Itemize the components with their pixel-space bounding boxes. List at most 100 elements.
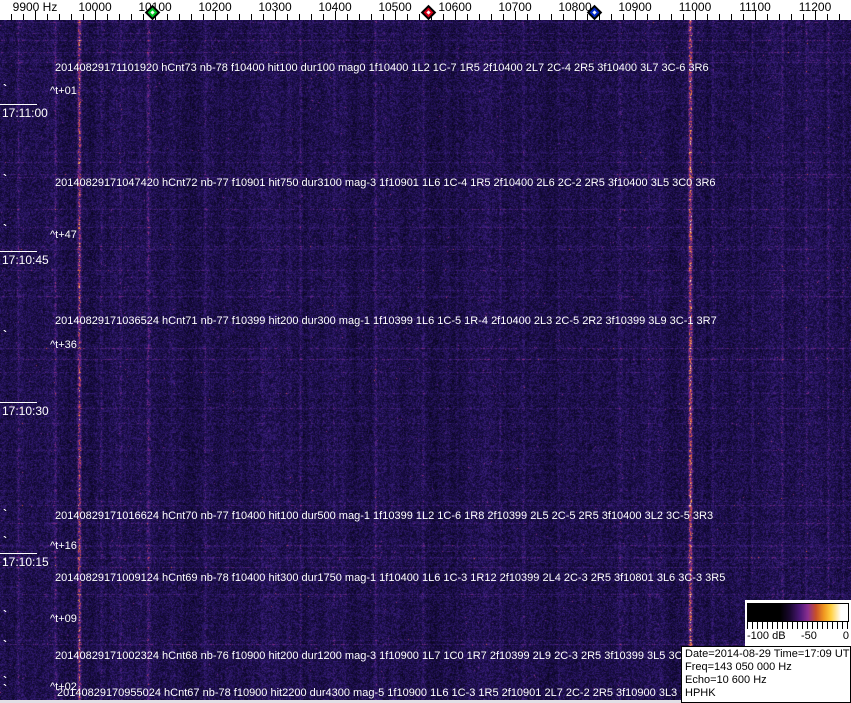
colorbar-tick — [807, 622, 808, 629]
freq-axis-tick — [839, 14, 840, 20]
freq-marker-red-icon[interactable] — [420, 4, 436, 21]
colorbar-gradient — [747, 603, 849, 622]
freq-axis-tick — [251, 14, 252, 20]
freq-axis-tick — [107, 14, 108, 20]
freq-axis-tick — [767, 14, 768, 20]
colorbar-tick — [837, 622, 838, 629]
freq-axis-tick — [47, 14, 48, 20]
freq-axis-tick — [647, 14, 648, 20]
freq-axis-tick — [575, 11, 576, 20]
freq-axis-tick — [539, 14, 540, 20]
freq-axis-tick — [743, 14, 744, 20]
freq-axis-tick — [167, 14, 168, 20]
info-frequency: Freq=143 050 000 Hz — [685, 661, 792, 673]
colorbar-tick — [752, 622, 753, 629]
colorbar-tick — [832, 622, 833, 629]
freq-axis-tick — [323, 14, 324, 20]
colorbar-tick — [767, 622, 768, 629]
freq-axis-tick — [371, 14, 372, 20]
colorbar-tick — [812, 622, 813, 629]
colorbar-tick — [817, 622, 818, 629]
colorbar-tick — [842, 622, 843, 629]
freq-axis-tick — [659, 14, 660, 20]
freq-axis-tick — [71, 14, 72, 20]
freq-axis-tick — [407, 14, 408, 20]
freq-axis-tick — [635, 11, 636, 20]
colorbar-tick — [827, 622, 828, 629]
freq-axis-tick — [515, 11, 516, 20]
freq-axis-tick — [383, 14, 384, 20]
colorbar-tick — [762, 622, 763, 629]
freq-axis-tick — [815, 11, 816, 20]
freq-axis-tick — [719, 14, 720, 20]
freq-axis-tick — [455, 11, 456, 20]
freq-axis-tick — [59, 14, 60, 20]
colorbar-tick — [782, 622, 783, 629]
freq-axis-tick — [359, 14, 360, 20]
freq-axis-tick — [803, 14, 804, 20]
colorbar-tick — [822, 622, 823, 629]
freq-axis-tick — [683, 14, 684, 20]
freq-axis-tick — [755, 11, 756, 20]
freq-axis-tick — [95, 11, 96, 20]
colorbar-tick — [777, 622, 778, 629]
colorbar-tick — [797, 622, 798, 629]
freq-axis-tick — [275, 11, 276, 20]
info-date-time: Date=2014-08-29 Time=17:09 UTC — [685, 648, 851, 660]
info-echo: Echo=10 600 Hz — [685, 674, 767, 686]
freq-axis-tick — [443, 14, 444, 20]
colorbar-tick — [787, 622, 788, 629]
freq-axis-tick — [299, 14, 300, 20]
freq-axis-tick — [491, 14, 492, 20]
info-box: Date=2014-08-29 Time=17:09 UTC Freq=143 … — [681, 646, 851, 703]
freq-axis-tick — [227, 14, 228, 20]
freq-axis-tick — [671, 14, 672, 20]
colorbar-tick — [772, 622, 773, 629]
legend-label-max: 0 — [842, 630, 849, 642]
freq-axis-tick — [143, 14, 144, 20]
freq-axis-tick — [347, 14, 348, 20]
freq-axis-tick — [179, 14, 180, 20]
spectrogram-window: 9900 Hz100001010010200103001040010500106… — [0, 0, 851, 703]
colorbar-tick — [847, 622, 848, 629]
colorbar-ticks — [747, 622, 849, 630]
freq-axis-tick — [215, 11, 216, 20]
freq-axis-tick — [239, 14, 240, 20]
freq-axis-tick — [83, 14, 84, 20]
legend-label-min: -100 dB — [747, 630, 786, 642]
freq-axis-tick — [419, 14, 420, 20]
freq-axis-tick — [527, 14, 528, 20]
freq-axis-tick — [503, 14, 504, 20]
freq-axis-tick — [827, 14, 828, 20]
freq-axis-tick — [395, 11, 396, 20]
freq-axis-tick — [263, 14, 264, 20]
freq-axis-tick — [611, 14, 612, 20]
frequency-axis: 9900 Hz100001010010200103001040010500106… — [0, 0, 851, 21]
freq-axis-tick — [731, 14, 732, 20]
freq-axis-tick — [551, 14, 552, 20]
freq-axis-tick — [203, 14, 204, 20]
freq-axis-tick — [287, 14, 288, 20]
colorbar-tick — [802, 622, 803, 629]
freq-axis-tick — [479, 14, 480, 20]
colorbar-tick — [757, 622, 758, 629]
freq-axis-tick — [779, 14, 780, 20]
freq-axis-tick — [335, 11, 336, 20]
freq-axis-tick — [467, 14, 468, 20]
freq-axis-tick — [11, 14, 12, 20]
freq-axis-tick — [311, 14, 312, 20]
colorbar-tick — [792, 622, 793, 629]
freq-axis-tick — [587, 14, 588, 20]
colorbar-tick — [747, 622, 748, 629]
freq-axis-tick — [707, 14, 708, 20]
freq-axis-tick — [695, 11, 696, 20]
info-station-id: HPHK — [685, 687, 716, 699]
freq-axis-tick — [119, 14, 120, 20]
freq-axis-tick — [623, 14, 624, 20]
freq-axis-tick — [191, 14, 192, 20]
spectrogram-canvas — [0, 20, 851, 700]
legend-label-mid: -50 — [801, 630, 817, 642]
freq-axis-tick — [131, 14, 132, 20]
colorbar-legend: -100 dB -50 0 — [745, 600, 851, 646]
freq-axis-tick — [563, 14, 564, 20]
